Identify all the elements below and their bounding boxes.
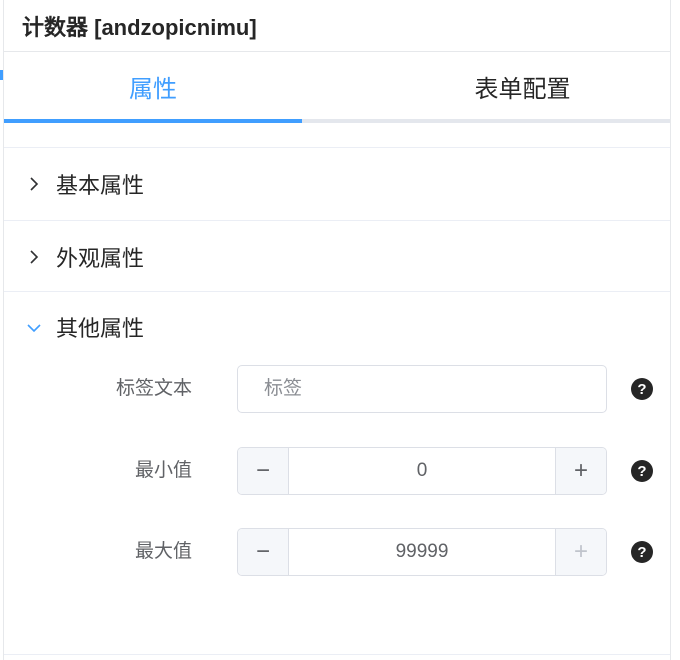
right-divider: [670, 0, 671, 660]
collapse-other-properties: 其他属性: [4, 291, 670, 363]
collapse-header-other[interactable]: 其他属性: [4, 291, 670, 363]
tab-properties[interactable]: 属性: [4, 53, 302, 119]
collapse-title-basic: 基本属性: [56, 173, 145, 198]
min-value-stepper: − +: [237, 447, 607, 495]
help-icon[interactable]: ?: [631, 541, 653, 563]
chevron-right-icon: [30, 177, 39, 191]
max-value-stepper: − +: [237, 528, 607, 576]
collapse-header-appearance[interactable]: 外观属性: [4, 221, 670, 293]
panel-header: 计数器 [andzopicnimu]: [4, 0, 670, 52]
tab-properties-label: 属性: [129, 75, 177, 103]
panel-title: 计数器 [andzopicnimu]: [22, 14, 257, 40]
left-edge-marker: [0, 70, 3, 80]
collapse-header-basic[interactable]: 基本属性: [4, 148, 670, 220]
min-value-label: 最小值: [134, 460, 192, 481]
collapse-title-other: 其他属性: [56, 316, 145, 341]
max-value-input[interactable]: [289, 529, 555, 575]
max-increase-button[interactable]: +: [555, 529, 606, 575]
min-value-input[interactable]: [289, 448, 555, 494]
label-text-label: 标签文本: [115, 378, 192, 399]
divider: [4, 654, 670, 655]
min-decrease-button[interactable]: −: [238, 448, 289, 494]
max-decrease-button[interactable]: −: [238, 529, 289, 575]
form-row-label-text: 标签文本 ?: [4, 364, 670, 414]
min-increase-button[interactable]: +: [555, 448, 606, 494]
form-row-min-value: 最小值 − + ?: [4, 446, 670, 496]
collapse-title-appearance: 外观属性: [56, 246, 145, 271]
help-icon[interactable]: ?: [631, 378, 653, 400]
label-text-input[interactable]: [237, 365, 607, 413]
collapse-basic-properties: 基本属性: [4, 148, 670, 220]
tab-form-config-label: 表单配置: [474, 75, 571, 103]
tab-form-config[interactable]: 表单配置: [375, 53, 670, 119]
help-icon[interactable]: ?: [631, 460, 653, 482]
tab-bar: 属性 表单配置: [4, 53, 670, 123]
max-value-label: 最大值: [134, 541, 192, 562]
form-row-max-value: 最大值 − + ?: [4, 527, 670, 577]
chevron-right-icon: [30, 250, 39, 264]
chevron-down-icon: [27, 324, 41, 333]
collapse-appearance-properties: 外观属性: [4, 221, 670, 293]
tab-active-indicator: [4, 119, 302, 123]
